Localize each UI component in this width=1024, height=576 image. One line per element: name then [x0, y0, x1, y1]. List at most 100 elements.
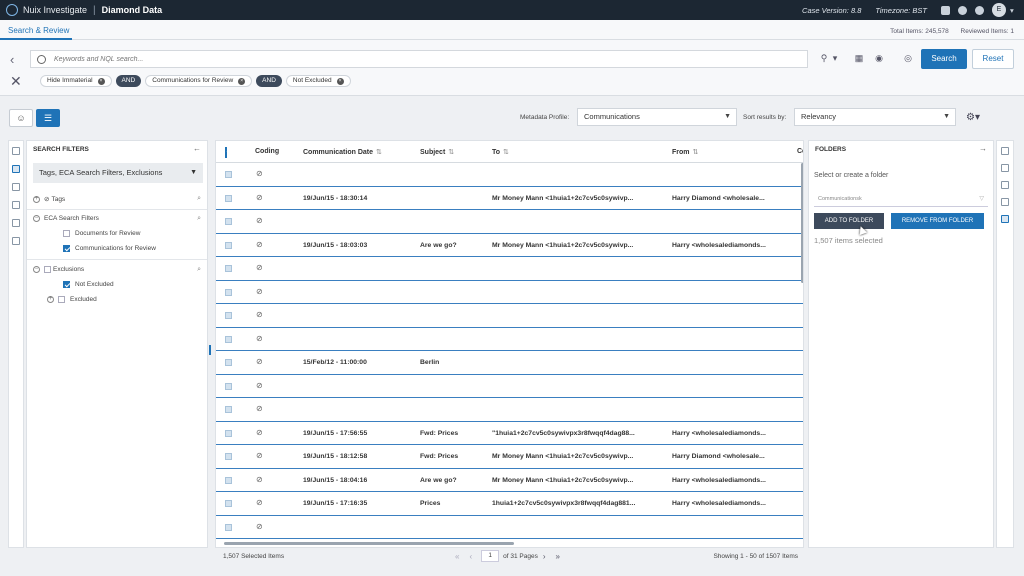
checkbox[interactable]	[58, 296, 65, 303]
table-row[interactable]: ⊘	[216, 398, 803, 422]
coding-tag-icon[interactable]: ⊘	[256, 310, 263, 319]
info-icon[interactable]	[1001, 164, 1009, 172]
clear-filters-icon[interactable]: ✕	[10, 73, 22, 90]
search-input[interactable]	[54, 55, 754, 63]
checkbox[interactable]	[63, 230, 70, 237]
expand-icon[interactable]: +	[47, 296, 54, 303]
and-operator[interactable]: AND	[256, 75, 282, 87]
table-row[interactable]: ⊘ 19/Jun/15 - 18:04:16 Are we go? Mr Money …	[216, 469, 803, 492]
metadata-profile-select[interactable]: Communications ▼	[577, 108, 737, 126]
tree-item[interactable]: Not Excluded	[63, 281, 114, 288]
folder-icon[interactable]	[1001, 215, 1009, 223]
table-row[interactable]: ⊘	[216, 516, 803, 539]
row-checkbox[interactable]	[225, 218, 232, 225]
table-row[interactable]: ⊘	[216, 375, 803, 398]
table-row[interactable]: ⊘	[216, 163, 803, 187]
remove-chip-icon[interactable]: ×	[336, 77, 344, 85]
row-checkbox[interactable]	[225, 288, 232, 296]
coding-tag-icon[interactable]: ⊘	[256, 263, 263, 272]
search-box[interactable]	[30, 50, 808, 68]
tag-icon[interactable]	[12, 201, 20, 209]
coding-tag-icon[interactable]: ⊘	[256, 404, 263, 413]
list-view-icon[interactable]: ☰	[36, 109, 60, 127]
row-checkbox[interactable]	[225, 406, 232, 413]
row-checkbox[interactable]	[225, 359, 232, 366]
copy-icon[interactable]	[12, 237, 20, 245]
row-checkbox[interactable]	[225, 523, 232, 531]
chevron-down-icon[interactable]: ▾	[1010, 6, 1016, 15]
coding-tag-icon[interactable]: ⊘	[256, 193, 263, 202]
column-header-date[interactable]: Communication Date ⇅	[303, 148, 382, 156]
coding-tag-icon[interactable]: ⊘	[256, 169, 263, 178]
tree-item[interactable]: Communications for Review	[63, 245, 156, 252]
first-page-icon[interactable]: «	[455, 552, 459, 561]
table-row[interactable]: ⊘	[216, 328, 803, 351]
search-filters-icon[interactable]	[12, 165, 20, 173]
column-header-from[interactable]: From ⇅	[672, 148, 698, 156]
column-header-subject[interactable]: Subject ⇅	[420, 148, 454, 156]
help-icon[interactable]	[975, 5, 984, 15]
remove-chip-icon[interactable]: ×	[238, 77, 246, 85]
remove-chip-icon[interactable]: ×	[97, 77, 105, 85]
coding-tag-icon[interactable]: ⊘	[256, 428, 263, 437]
table-row[interactable]: ⊘ 19/Jun/15 - 17:16:35 Prices 1huia1+2c7cv5…	[216, 492, 803, 516]
remove-from-folder-button[interactable]: REMOVE FROM FOLDER	[891, 213, 984, 229]
coding-tag-icon[interactable]: ⊘	[256, 451, 263, 460]
vertical-scrollbar[interactable]	[801, 163, 803, 283]
filter-type-select[interactable]: Tags, ECA Search Filters, Exclusions ▼	[33, 163, 203, 183]
calendar-icon[interactable]: ▦	[854, 53, 864, 63]
coding-tag-icon[interactable]: ⊘	[256, 240, 263, 249]
filter-chip[interactable]: Communications for Review ×	[145, 75, 253, 87]
briefcase-icon[interactable]	[941, 5, 950, 15]
coding-tag-icon[interactable]: ⊘	[256, 475, 263, 484]
horizontal-scrollbar[interactable]	[224, 542, 514, 545]
row-checkbox[interactable]	[225, 476, 232, 484]
coding-tag-icon[interactable]: ⊘	[256, 498, 263, 507]
panel-splitter[interactable]	[209, 345, 211, 355]
column-header-coding[interactable]: Coding	[255, 148, 279, 155]
collapse-left-icon[interactable]: ←	[193, 144, 201, 153]
preview-icon[interactable]	[1001, 147, 1009, 155]
checkbox[interactable]	[63, 281, 70, 288]
layers-icon[interactable]	[12, 183, 20, 191]
tree-item[interactable]: + Excluded	[47, 296, 97, 303]
search-icon[interactable]: ⌕	[197, 215, 201, 223]
record-icon[interactable]: ◉	[874, 53, 884, 63]
coding-tag-icon[interactable]: ⊘	[256, 522, 263, 531]
table-row[interactable]: ⊘	[216, 257, 803, 281]
next-page-icon[interactable]: ›	[543, 552, 546, 561]
prev-page-icon[interactable]: ‹	[469, 552, 472, 561]
row-checkbox[interactable]	[225, 453, 232, 460]
page-input[interactable]: 1	[481, 550, 500, 562]
add-to-folder-button[interactable]: ADD TO FOLDER	[814, 213, 884, 229]
pin-icon[interactable]: ⚲	[819, 53, 829, 63]
reset-button[interactable]: Reset	[972, 49, 1014, 69]
document-icon[interactable]	[1001, 181, 1009, 189]
checkbox[interactable]	[44, 266, 51, 273]
back-icon[interactable]: ‹	[10, 52, 14, 67]
search-icon[interactable]: ⌕	[197, 195, 201, 203]
tree-tags[interactable]: + ⊘ Tags	[33, 195, 65, 203]
table-row[interactable]: ⊘	[216, 210, 803, 234]
row-checkbox[interactable]	[225, 382, 232, 390]
row-checkbox[interactable]	[225, 335, 232, 343]
collapse-icon[interactable]: −	[33, 215, 40, 222]
filter-chip[interactable]: Hide Immaterial ×	[40, 75, 112, 87]
document-icon[interactable]	[12, 219, 20, 227]
coding-tag-icon[interactable]: ⊘	[256, 334, 263, 343]
table-row[interactable]: ⊘	[216, 304, 803, 328]
folder-input[interactable]: Communicationsk ▽	[814, 191, 988, 207]
table-row[interactable]: ⊘ 19/Jun/15 - 18:30:14 Mr Money Mann <1hui…	[216, 187, 803, 210]
table-row[interactable]: ⊘ 19/Jun/15 - 18:12:58 Fwd: Prices Mr Money…	[216, 445, 803, 469]
gallery-view-icon[interactable]: ☺	[9, 109, 33, 127]
select-all-checkbox[interactable]	[225, 147, 227, 158]
pin-chevron-icon[interactable]: ▾	[830, 53, 840, 63]
tree-item[interactable]: Documents for Review	[63, 230, 140, 237]
checkbox[interactable]	[63, 245, 70, 252]
table-row[interactable]: ⊘ 15/Feb/12 - 11:00:00 Berlin	[216, 351, 803, 375]
row-checkbox[interactable]	[225, 241, 232, 249]
column-settings-icon[interactable]: ⚙▾	[966, 112, 980, 123]
and-operator[interactable]: AND	[115, 75, 142, 87]
tree-exclusions[interactable]: − Exclusions	[33, 266, 84, 273]
eye-icon[interactable]: ◎	[903, 53, 913, 63]
